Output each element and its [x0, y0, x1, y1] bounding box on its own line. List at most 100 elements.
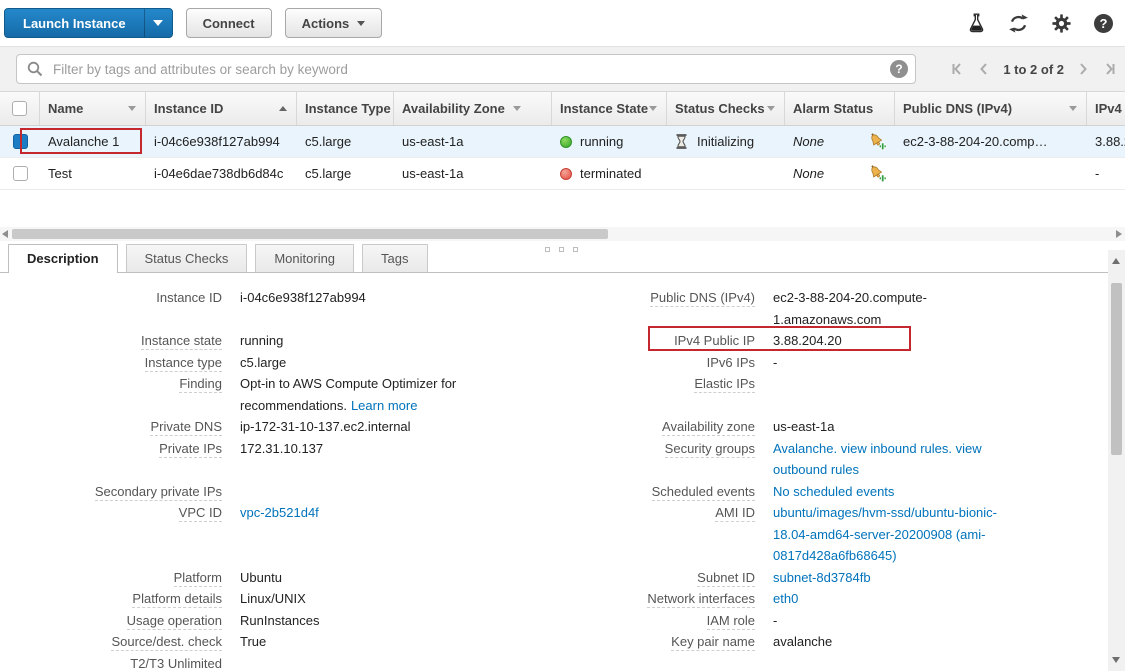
column-header-instance-state[interactable]: Instance State [552, 92, 667, 125]
field-value: 3.88.204.20 [773, 330, 1125, 352]
search-help-icon[interactable]: ? [890, 60, 908, 78]
column-header-instance-id[interactable]: Instance ID [146, 92, 297, 125]
tab-description[interactable]: Description [8, 244, 118, 273]
scroll-up-icon[interactable] [1112, 258, 1120, 264]
subnet-id-link[interactable]: subnet-8d3784fb [773, 570, 871, 585]
column-header-alarm-status[interactable]: Alarm Status [785, 92, 895, 125]
horizontal-scrollbar[interactable] [0, 227, 1125, 241]
column-header-ipv4-public-ip[interactable]: IPv4 Public IP [1087, 92, 1125, 125]
ami-id-link[interactable]: ubuntu/images/hvm-ssd/ubuntu-bionic- 18.… [773, 505, 997, 563]
select-all-checkbox[interactable] [12, 101, 27, 116]
vertical-scrollbar-thumb[interactable] [1111, 283, 1122, 455]
sort-caret-icon [513, 106, 521, 111]
field-value: 172.31.10.137 [240, 438, 540, 481]
availability-zone-cell[interactable]: us-east-1a [394, 158, 552, 189]
column-header-instance-type[interactable]: Instance Type [297, 92, 394, 125]
scroll-left-icon[interactable] [2, 230, 8, 238]
instance-id-cell[interactable]: i-04c6e938f127ab994 [146, 126, 297, 157]
public-dns-cell[interactable] [895, 158, 1087, 189]
scheduled-events-link[interactable]: No scheduled events [773, 484, 894, 499]
field-label: Secondary private IPs [0, 481, 222, 503]
description-row: Usage operation RunInstances IAM role - [0, 610, 1125, 632]
field-label [558, 653, 755, 671]
field-label: Platform [0, 567, 222, 589]
name-cell[interactable]: Avalanche 1 [40, 126, 146, 157]
field-label: IPv4 Public IP [558, 330, 755, 352]
security-groups-link[interactable]: Avalanche. view inbound rules. view outb… [773, 441, 982, 478]
field-value: Opt-in to AWS Compute Optimizer for reco… [240, 373, 540, 416]
launch-instance-button[interactable]: Launch Instance [4, 8, 173, 38]
ipv4-public-ip-cell[interactable]: - [1087, 158, 1125, 189]
description-row: Instance state running IPv4 Public IP 3.… [0, 330, 1125, 352]
pagination-text: 1 to 2 of 2 [1003, 62, 1064, 77]
description-row: Secondary private IPs Scheduled events N… [0, 481, 1125, 503]
alarm-status-cell[interactable]: None [785, 126, 895, 157]
field-value: Linux/UNIX [240, 588, 540, 610]
running-status-icon [560, 136, 572, 148]
field-value: eth0 [773, 588, 1125, 610]
connect-button[interactable]: Connect [186, 8, 272, 38]
prev-page-icon[interactable] [979, 63, 988, 75]
add-alarm-bell-icon[interactable] [868, 132, 887, 151]
add-alarm-bell-icon[interactable] [868, 164, 887, 183]
status-checks-cell[interactable]: Initializing [667, 126, 785, 157]
first-page-icon[interactable] [952, 63, 964, 75]
vertical-scrollbar[interactable] [1108, 250, 1125, 671]
instance-state-cell[interactable]: running [552, 126, 667, 157]
description-row: VPC ID vpc-2b521d4f AMI ID ubuntu/images… [0, 502, 1125, 567]
help-icon[interactable]: ? [1094, 14, 1113, 33]
table-row-test[interactable]: Test i-04e6dae738db6d84c c5.large us-eas… [0, 158, 1125, 190]
filter-input[interactable] [51, 61, 890, 78]
top-toolbar: Launch Instance Connect Actions ? [0, 0, 1125, 46]
row-checkbox[interactable] [13, 166, 28, 181]
horizontal-scrollbar-thumb[interactable] [12, 229, 608, 239]
alarm-status-cell[interactable]: None [785, 158, 895, 189]
instance-id-cell[interactable]: i-04e6dae738db6d84c [146, 158, 297, 189]
settings-gear-icon[interactable] [1052, 14, 1071, 33]
tab-tags[interactable]: Tags [362, 244, 427, 272]
field-label: IPv6 IPs [558, 352, 755, 374]
field-value: ec2-3-88-204-20.compute- 1.amazonaws.com [773, 287, 1125, 330]
table-row-avalanche-1[interactable]: Avalanche 1 i-04c6e938f127ab994 c5.large… [0, 126, 1125, 158]
experiments-flask-icon[interactable] [968, 13, 985, 33]
ipv4-public-ip-cell[interactable]: 3.88.204.20 [1087, 126, 1125, 157]
column-header-public-dns[interactable]: Public DNS (IPv4) [895, 92, 1087, 125]
search-box[interactable]: ? [16, 54, 916, 84]
name-cell[interactable]: Test [40, 158, 146, 189]
scroll-right-icon[interactable] [1116, 230, 1122, 238]
launch-instance-menu-button[interactable] [144, 9, 172, 37]
sort-caret-icon [128, 106, 136, 111]
availability-zone-cell[interactable]: us-east-1a [394, 126, 552, 157]
description-row: Finding Opt-in to AWS Compute Optimizer … [0, 373, 1125, 416]
field-value: running [240, 330, 540, 352]
actions-button[interactable]: Actions [285, 8, 383, 38]
public-dns-cell[interactable]: ec2-3-88-204-20.comp… [895, 126, 1087, 157]
column-header-status-checks[interactable]: Status Checks [667, 92, 785, 125]
field-value: avalanche [773, 631, 1125, 653]
tab-monitoring[interactable]: Monitoring [255, 244, 354, 272]
instance-type-cell[interactable]: c5.large [297, 126, 394, 157]
instance-state-cell[interactable]: terminated [552, 158, 667, 189]
description-row: T2/T3 Unlimited [0, 653, 1125, 671]
field-label: Finding [0, 373, 222, 416]
field-label: T2/T3 Unlimited [0, 653, 222, 671]
tab-status-checks[interactable]: Status Checks [126, 244, 248, 272]
column-header-name[interactable]: Name [40, 92, 146, 125]
ec2-instances-console: Launch Instance Connect Actions ? ? [0, 0, 1125, 671]
launch-instance-label: Launch Instance [5, 16, 144, 31]
field-label: Instance state [0, 330, 222, 352]
field-label: Instance ID [0, 287, 222, 330]
network-interface-link[interactable]: eth0 [773, 591, 798, 606]
field-value: vpc-2b521d4f [240, 502, 540, 567]
status-checks-cell[interactable] [667, 158, 785, 189]
vpc-id-link[interactable]: vpc-2b521d4f [240, 505, 319, 520]
next-page-icon[interactable] [1079, 63, 1088, 75]
instance-type-cell[interactable]: c5.large [297, 158, 394, 189]
row-checkbox[interactable] [13, 134, 28, 149]
learn-more-link[interactable]: Learn more [351, 398, 417, 413]
last-page-icon[interactable] [1103, 63, 1115, 75]
description-row: Platform Ubuntu Subnet ID subnet-8d3784f… [0, 567, 1125, 589]
refresh-icon[interactable] [1008, 14, 1029, 33]
scroll-down-icon[interactable] [1112, 657, 1120, 663]
column-header-availability-zone[interactable]: Availability Zone [394, 92, 552, 125]
